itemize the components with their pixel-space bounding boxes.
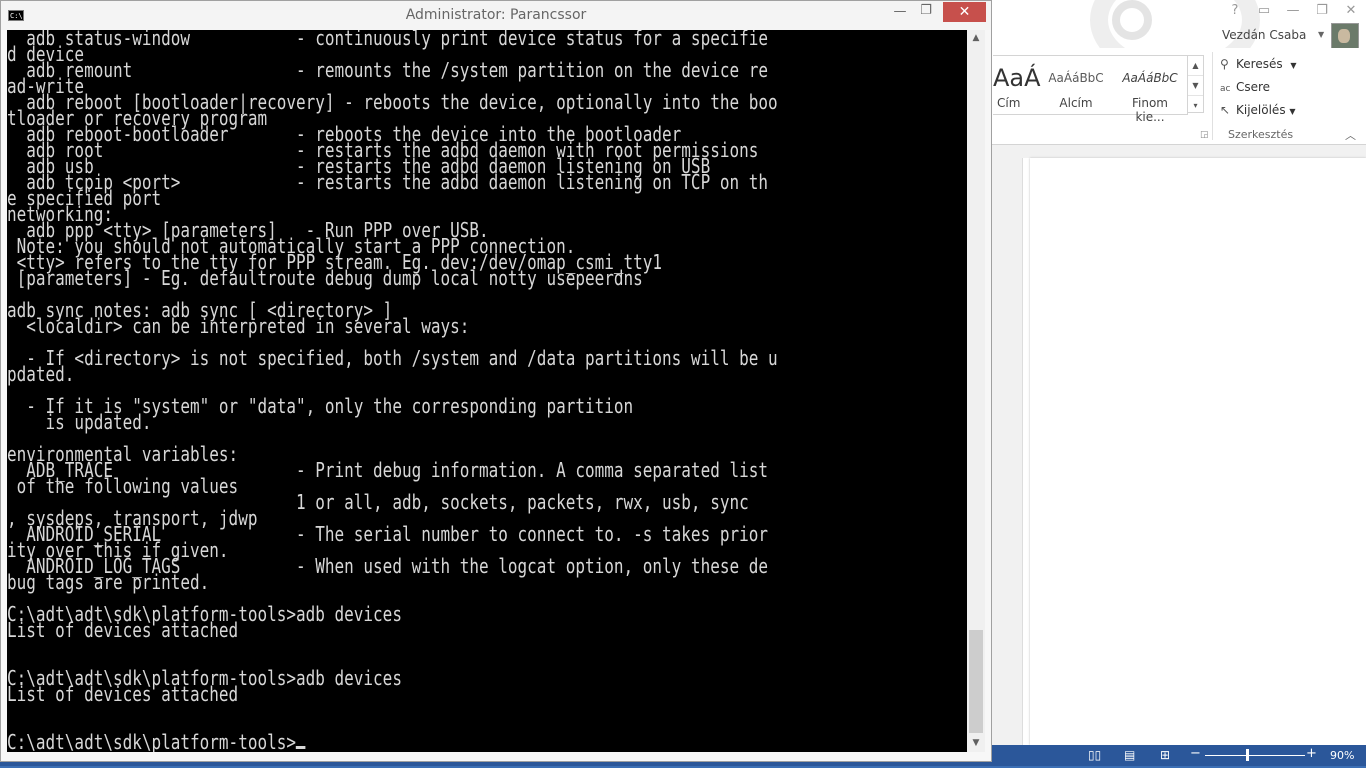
close-icon[interactable]: ✕: [1342, 3, 1360, 18]
gallery-scroll[interactable]: ▲ ▼ ▾: [1187, 55, 1204, 113]
print-layout-icon[interactable]: ▤: [1124, 748, 1135, 762]
console-line: List of devices attached: [7, 618, 239, 642]
gallery-more-icon[interactable]: ▾: [1188, 96, 1203, 115]
select-button[interactable]: ↖ Kijelölés ▼: [1220, 103, 1296, 117]
avatar[interactable]: [1331, 23, 1359, 51]
console-line: is updated.: [7, 410, 152, 434]
minimize-icon[interactable]: —: [890, 4, 910, 19]
replace-label: Csere: [1236, 80, 1271, 94]
console-line: - If <directory> is not specified, both …: [7, 346, 778, 370]
style-subtle-sample: AaÁáBbC: [1122, 71, 1178, 85]
replace-icon: ac: [1220, 84, 1231, 94]
collapse-ribbon-icon[interactable]: ︿: [1345, 127, 1356, 143]
style-subtitle[interactable]: AaÁáBbC Alcím: [1045, 64, 1107, 110]
scroll-up-icon[interactable]: ▲: [967, 30, 985, 47]
console-window: C:\ Administrator: Parancssor — ❐ ✕ adb …: [0, 0, 992, 762]
gallery-down-icon[interactable]: ▼: [1188, 76, 1203, 96]
minimize-icon[interactable]: —: [1284, 3, 1302, 18]
console-output: adb status-window - continuously print d…: [7, 30, 778, 752]
zoom-slider-thumb[interactable]: [1246, 749, 1249, 761]
read-mode-icon[interactable]: ▯▯: [1088, 748, 1101, 762]
replace-button[interactable]: ac Csere: [1220, 80, 1270, 94]
zoom-out-icon[interactable]: −: [1190, 746, 1201, 761]
console-line: adb remount - remounts the /system parti…: [7, 58, 768, 82]
divider: [1212, 52, 1213, 140]
style-title-sample: AaÁ: [993, 64, 1041, 92]
find-button[interactable]: ⚲ Keresés ▼: [1220, 57, 1297, 71]
style-title[interactable]: AaÁ Cím: [993, 64, 1041, 110]
console-line: adb status-window - continuously print d…: [7, 30, 768, 50]
console-screen[interactable]: adb status-window - continuously print d…: [7, 30, 967, 752]
style-subtitle-name: Alcím: [1059, 96, 1093, 110]
console-line: List of devices attached: [7, 682, 239, 706]
help-icon[interactable]: ?: [1226, 3, 1244, 18]
zoom-in-icon[interactable]: +: [1306, 746, 1317, 761]
console-titlebar[interactable]: C:\ Administrator: Parancssor — ❐ ✕: [1, 1, 991, 30]
style-subtle-name: Finom kie...: [1132, 96, 1168, 124]
style-title-name: Cím: [997, 96, 1021, 110]
dialog-launcher-icon[interactable]: ◲: [1200, 130, 1209, 140]
user-name[interactable]: Vezdán Csaba: [1222, 28, 1306, 42]
text-cursor: [295, 746, 306, 749]
console-line: [parameters] - Eg. defaultroute debug du…: [7, 266, 643, 290]
chevron-down-icon[interactable]: ▼: [1290, 61, 1296, 70]
styles-gallery: AaÁ Cím AaÁáBbC Alcím AaÁáBbC Finom kie.…: [993, 55, 1188, 124]
maximize-icon[interactable]: ❐: [916, 3, 936, 18]
scrollbar-thumb[interactable]: [969, 630, 983, 733]
console-line: C:\adt\adt\sdk\platform-tools>: [7, 730, 296, 752]
select-label: Kijelölés: [1236, 103, 1286, 117]
console-scrollbar[interactable]: ▲ ▼: [967, 30, 985, 752]
console-line: <localdir> can be interpreted in several…: [7, 314, 470, 338]
console-line: pdated.: [7, 362, 75, 386]
close-icon[interactable]: ✕: [943, 2, 986, 22]
chevron-down-icon[interactable]: ▼: [1318, 30, 1324, 39]
style-subtitle-sample: AaÁáBbC: [1048, 71, 1104, 85]
style-subtle-emphasis[interactable]: AaÁáBbC Finom kie...: [1119, 64, 1181, 124]
restore-icon[interactable]: ❐: [1313, 3, 1331, 18]
ribbon-display-icon[interactable]: ▭: [1255, 3, 1273, 18]
editing-group-label: Szerkesztés: [1228, 128, 1294, 141]
document-page[interactable]: [1030, 158, 1366, 745]
watermark-circle-small: [1112, 0, 1152, 40]
zoom-level[interactable]: 90%: [1330, 749, 1354, 762]
scroll-down-icon[interactable]: ▼: [967, 735, 985, 752]
chevron-down-icon[interactable]: ▼: [1289, 107, 1295, 116]
gallery-up-icon[interactable]: ▲: [1188, 56, 1203, 76]
binoculars-icon: ⚲: [1220, 57, 1229, 71]
console-line: bug tags are printed.: [7, 570, 210, 594]
zoom-slider[interactable]: [1205, 755, 1305, 756]
cursor-arrow-icon: ↖: [1220, 103, 1231, 117]
web-layout-icon[interactable]: ⊞: [1160, 748, 1170, 762]
console-title: Administrator: Parancssor: [405, 7, 587, 23]
find-label: Keresés: [1236, 57, 1283, 71]
